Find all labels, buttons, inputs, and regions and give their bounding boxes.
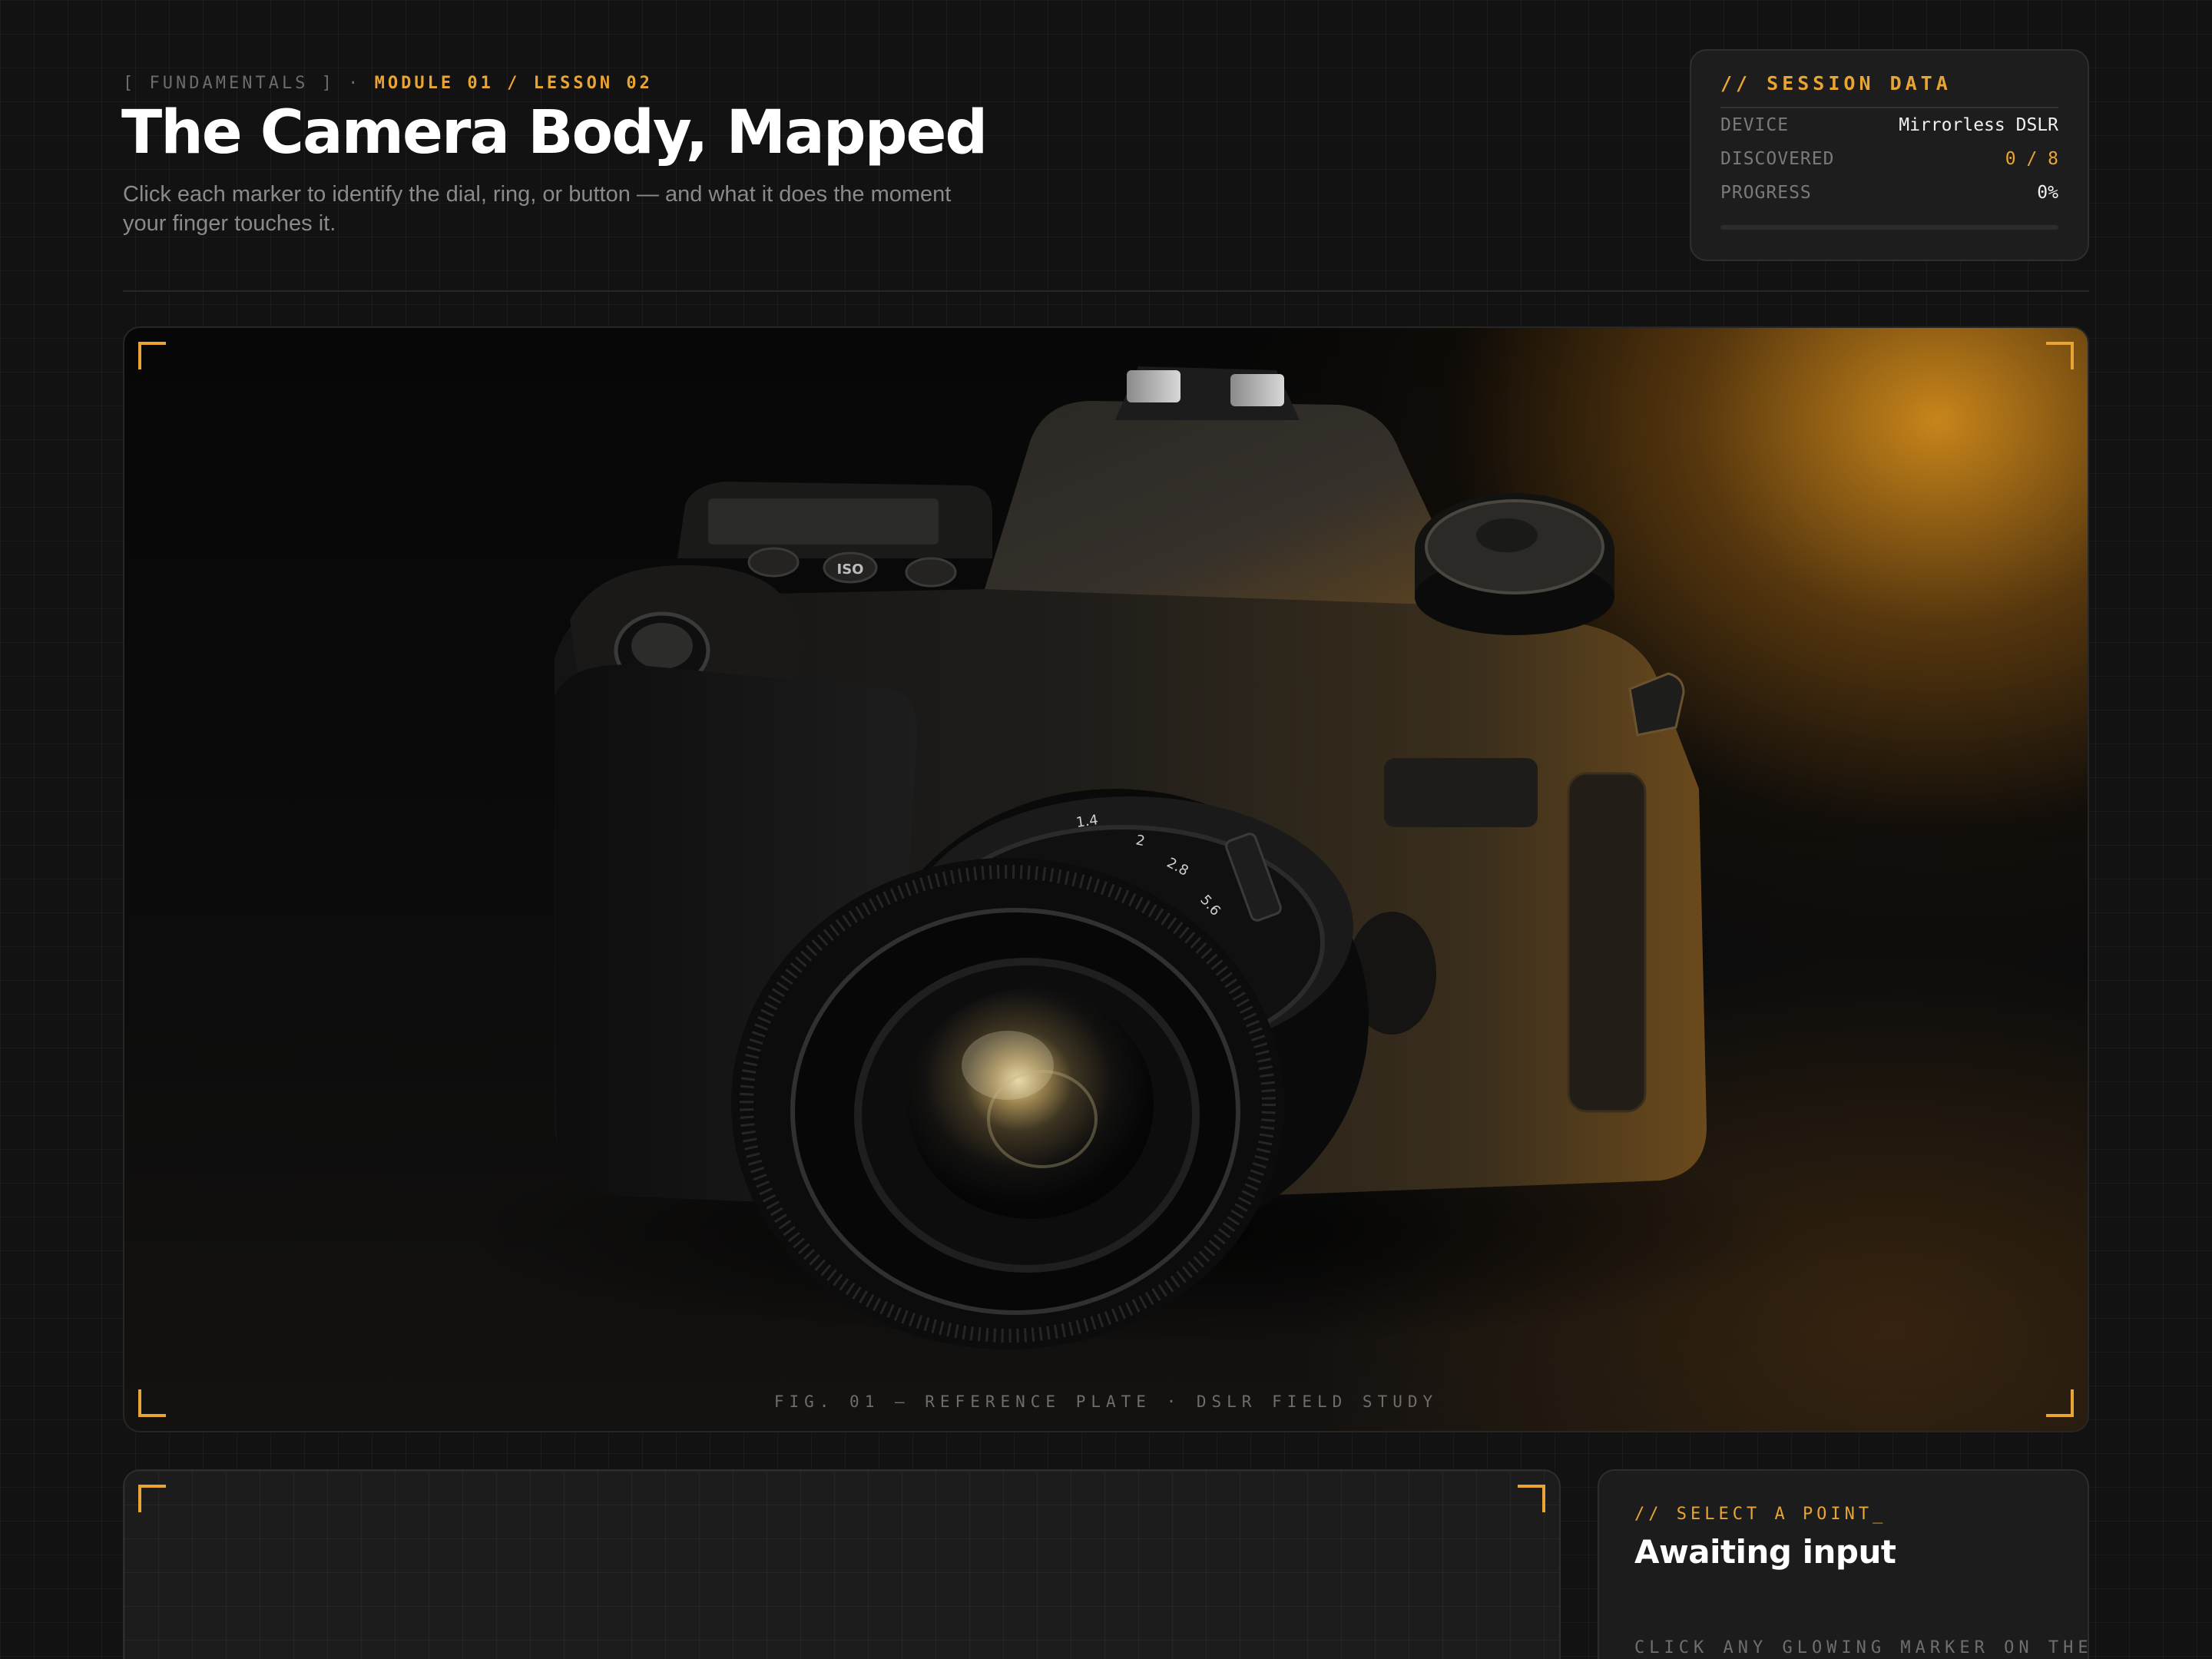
camera-illustration: ISO 1.4 2 2.8 5.6: [455, 366, 1806, 1349]
breadcrumb-module: MODULE 01 / LESSON 02: [374, 74, 653, 93]
session-key: PROGRESS: [1720, 183, 1812, 203]
point-info-panel: // SELECT A POINT_ Awaiting input CLICK …: [1598, 1469, 2089, 1659]
session-data-card: // SESSION DATA DEVICE Mirrorless DSLR D…: [1690, 49, 2089, 261]
breadcrumb-section: [ FUNDAMENTALS ] ·: [123, 74, 362, 93]
session-value: Mirrorless DSLR: [1899, 115, 2058, 135]
info-title: Awaiting input: [1634, 1533, 1896, 1571]
frame-corner: [2046, 342, 2074, 369]
session-key: DEVICE: [1720, 115, 1790, 135]
iso-button-label: ISO: [837, 561, 864, 578]
session-row-device: DEVICE Mirrorless DSLR: [1720, 108, 2058, 142]
frame-corner: [1518, 1485, 1545, 1512]
frame-corner: [138, 1485, 166, 1512]
session-row-discovered: DISCOVERED 0 / 8: [1720, 142, 2058, 176]
session-row-progress: PROGRESS 0%: [1720, 176, 2058, 210]
info-hint: CLICK ANY GLOWING MARKER ON THE: [1634, 1638, 2093, 1657]
progress-bar: [1720, 225, 2058, 230]
breadcrumb: [ FUNDAMENTALS ] · MODULE 01 / LESSON 02: [123, 74, 653, 93]
session-key: DISCOVERED: [1720, 149, 1835, 169]
page-title: The Camera Body, Mapped: [121, 98, 988, 167]
figure-caption: FIG. 01 — REFERENCE PLATE · DSLR FIELD S…: [773, 1392, 1439, 1411]
page-subtitle: Click each marker to identify the dial, …: [123, 182, 952, 236]
info-eyebrow: // SELECT A POINT_: [1634, 1505, 1887, 1524]
session-data-title: // SESSION DATA: [1720, 72, 2058, 108]
session-value: 0%: [2037, 183, 2058, 203]
lens-scale-label: 1.4: [1075, 812, 1099, 831]
header-divider: [123, 290, 2089, 292]
marker-workspace-panel: [123, 1469, 1561, 1659]
reference-plate: ISO 1.4 2 2.8 5.6 FIG. 01 — REFERENCE PL…: [123, 326, 2089, 1432]
session-value: 0 / 8: [2005, 149, 2058, 169]
frame-corner: [138, 342, 166, 369]
